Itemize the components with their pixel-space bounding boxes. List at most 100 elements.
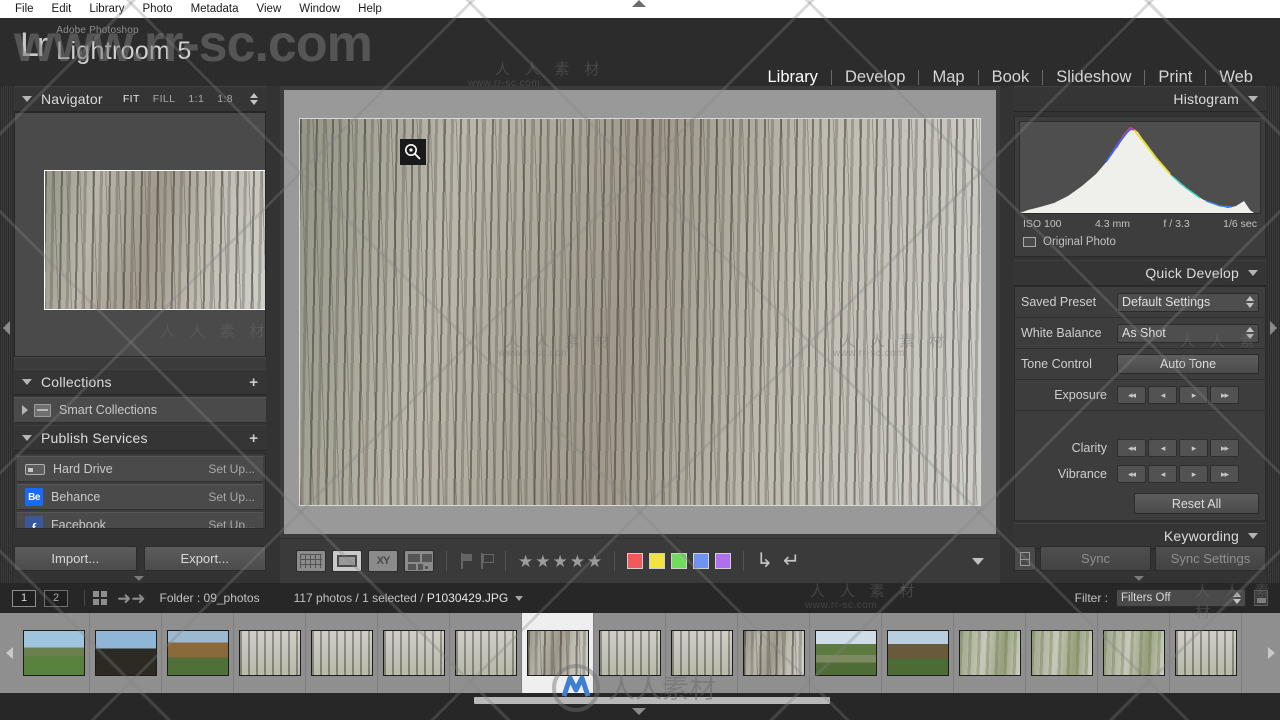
original-photo-checkbox-icon[interactable] (1023, 237, 1036, 247)
white-balance-select[interactable]: As Shot (1117, 323, 1259, 343)
clarity-decrease-large[interactable]: ◂◂ (1117, 439, 1146, 457)
folders-panel-clipped[interactable] (14, 357, 266, 369)
module-web[interactable]: Web (1206, 68, 1266, 87)
exposure-increase-small[interactable]: ▸ (1179, 386, 1208, 404)
compare-view-button[interactable]: XY (368, 550, 398, 572)
publish-item-hard-drive[interactable]: Hard Drive Set Up... (17, 456, 263, 482)
auto-tone-button[interactable]: Auto Tone (1117, 354, 1259, 374)
filmstrip-thumbnail[interactable] (18, 613, 90, 693)
filmstrip-scroll-left[interactable] (0, 613, 18, 693)
color-label-red[interactable] (627, 553, 644, 569)
add-collection-icon[interactable]: + (249, 375, 258, 390)
star-1[interactable]: ★ (518, 553, 533, 570)
zoom-1-1[interactable]: 1:1 (188, 93, 204, 105)
grid-view-button[interactable] (296, 550, 326, 572)
original-photo-row[interactable]: Original Photo (1019, 230, 1261, 252)
zoom-fit[interactable]: FIT (123, 93, 140, 105)
flag-reject-icon[interactable] (479, 553, 494, 569)
vibrance-decrease-small[interactable]: ◂ (1148, 465, 1177, 483)
star-5[interactable]: ★ (587, 553, 602, 570)
navigator-header[interactable]: Navigator FIT FILL 1:1 1:8 (14, 86, 266, 112)
menu-view[interactable]: View (248, 0, 291, 18)
vibrance-increase-small[interactable]: ▸ (1179, 465, 1208, 483)
flag-pick-icon[interactable] (459, 553, 473, 569)
color-label-blue[interactable] (693, 553, 710, 569)
filter-toggle-icon[interactable] (1254, 590, 1268, 606)
publish-setup-link[interactable]: Set Up... (208, 462, 255, 476)
navigator-preview[interactable] (14, 112, 266, 357)
color-label-yellow[interactable] (649, 553, 666, 569)
collections-header[interactable]: Collections + (14, 369, 266, 395)
vibrance-decrease-large[interactable]: ◂◂ (1117, 465, 1146, 483)
histogram-header[interactable]: Histogram (1014, 86, 1266, 112)
publish-services-header[interactable]: Publish Services + (14, 425, 266, 451)
menu-library[interactable]: Library (80, 0, 133, 18)
rotate-right-icon[interactable]: ↵ (783, 551, 800, 571)
module-print[interactable]: Print (1145, 68, 1205, 87)
filmstrip-thumbnail[interactable] (594, 613, 666, 693)
publish-item-behance[interactable]: Be Behance Set Up... (17, 484, 263, 510)
publish-item-facebook[interactable]: f Facebook Set Up... (17, 512, 263, 528)
right-panel-collapse-handle[interactable] (1267, 86, 1280, 583)
star-3[interactable]: ★ (553, 553, 568, 570)
main-photo[interactable] (299, 118, 981, 506)
stepper-icon[interactable] (1246, 296, 1254, 308)
sync-mode-icon[interactable] (1014, 546, 1036, 571)
filmstrip-scrollbar[interactable] (474, 697, 830, 704)
toolbar-options-caret-icon[interactable] (972, 557, 984, 565)
filmstrip-scroll-right[interactable] (1262, 613, 1280, 693)
module-slideshow[interactable]: Slideshow (1043, 68, 1144, 87)
exposure-decrease-small[interactable]: ◂ (1148, 386, 1177, 404)
filmstrip-thumbnail[interactable] (90, 613, 162, 693)
module-book[interactable]: Book (979, 68, 1043, 87)
filmstrip-thumbnail[interactable] (1026, 613, 1098, 693)
saved-preset-select[interactable]: Default Settings (1117, 292, 1259, 312)
module-map[interactable]: Map (919, 68, 977, 87)
top-panel-toggle-caret-icon[interactable] (632, 0, 646, 7)
star-2[interactable]: ★ (535, 553, 550, 570)
filmstrip-thumbnail[interactable] (882, 613, 954, 693)
clarity-increase-large[interactable]: ▸▸ (1210, 439, 1239, 457)
survey-view-button[interactable] (404, 550, 434, 572)
folder-label[interactable]: Folder : 09_photos (160, 591, 260, 605)
stepper-icon[interactable] (1233, 592, 1241, 604)
quick-develop-header[interactable]: Quick Develop (1014, 260, 1266, 286)
exposure-decrease-large[interactable]: ◂◂ (1117, 386, 1146, 404)
right-panel-toggle-caret-icon[interactable] (1134, 576, 1144, 581)
filmstrip-thumbnail[interactable] (1170, 613, 1242, 693)
zoom-1-8[interactable]: 1:8 (217, 93, 233, 105)
filmstrip-thumbnail[interactable] (738, 613, 810, 693)
left-panel-toggle-caret-icon[interactable] (134, 576, 144, 581)
color-label-green[interactable] (671, 553, 688, 569)
menu-edit[interactable]: Edit (43, 0, 81, 18)
filmstrip-thumbnail[interactable] (306, 613, 378, 693)
filmstrip-thumbnail[interactable] (234, 613, 306, 693)
filmstrip-thumbnail[interactable] (810, 613, 882, 693)
page-button-1[interactable]: 1 (12, 589, 36, 607)
reset-all-button[interactable]: Reset All (1134, 493, 1259, 514)
filmstrip-thumbnail[interactable] (162, 613, 234, 693)
filmstrip-toggle-caret-icon[interactable] (632, 708, 646, 715)
menu-file[interactable]: File (6, 0, 43, 18)
module-library[interactable]: Library (755, 68, 831, 87)
color-label-purple[interactable] (715, 553, 732, 569)
export-button[interactable]: Export... (143, 546, 266, 571)
filmstrip-thumbnail[interactable] (954, 613, 1026, 693)
exposure-increase-large[interactable]: ▸▸ (1210, 386, 1239, 404)
zoom-stepper-icon[interactable] (250, 93, 258, 105)
left-panel-collapse-handle[interactable] (0, 86, 13, 583)
filmstrip-thumbnail[interactable] (450, 613, 522, 693)
triangle-right-icon[interactable] (22, 405, 28, 415)
identity-plate[interactable]: Lr Adobe Photoshop Lightroom 5 (20, 26, 192, 65)
menu-photo[interactable]: Photo (134, 0, 182, 18)
import-button[interactable]: Import... (14, 546, 137, 571)
loupe-canvas[interactable] (284, 90, 996, 534)
stepper-icon[interactable] (1246, 327, 1254, 339)
histogram-graph[interactable] (1019, 121, 1261, 214)
filmstrip-thumbnail[interactable] (378, 613, 450, 693)
menu-help[interactable]: Help (349, 0, 391, 18)
vibrance-increase-large[interactable]: ▸▸ (1210, 465, 1239, 483)
clarity-decrease-small[interactable]: ◂ (1148, 439, 1177, 457)
previous-photo-icon[interactable]: ➜ (117, 590, 131, 607)
collection-smart-collections[interactable]: Smart Collections (14, 397, 266, 423)
